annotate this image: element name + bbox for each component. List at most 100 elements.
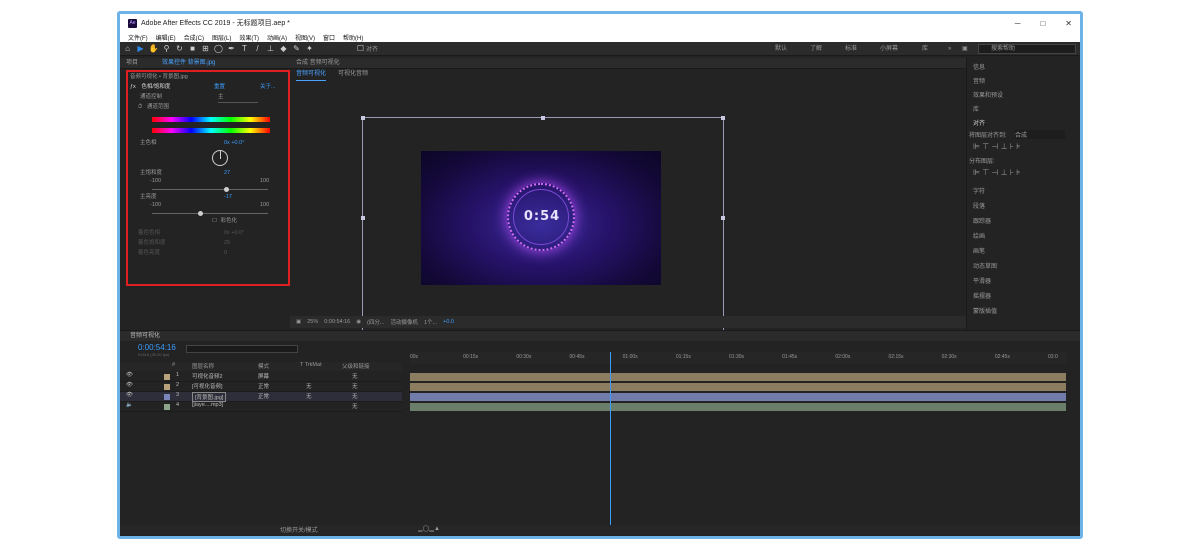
time-ruler[interactable]: 00s 00:15s 00:30s 00:45s 01:00s 01:15s 01:30s 0… (410, 352, 1066, 364)
layer-parent-select[interactable]: 无 (352, 372, 358, 380)
subtab-visualizer[interactable]: 音频可视化 (296, 69, 327, 81)
timeline-tab[interactable]: 音频可视化 (120, 331, 1080, 341)
panel-audio[interactable]: 音频 (973, 76, 985, 85)
type-icon[interactable]: T (239, 43, 250, 54)
resolution-select[interactable]: (四分... (367, 318, 384, 326)
panel-brushes[interactable]: 画笔 (973, 246, 985, 255)
hue-dial[interactable] (212, 150, 228, 166)
layer-row-selected[interactable]: 👁 3 [背景图.jpg] 正常 无 无 (120, 392, 402, 402)
subtab-visual-audio[interactable]: 可视化音频 (338, 69, 368, 80)
panel-paragraph[interactable]: 段落 (973, 201, 985, 210)
panel-mask-interpolation[interactable]: 蒙版插值 (973, 306, 997, 315)
saturation-slider[interactable] (152, 187, 268, 192)
zoom-select[interactable]: 25% (307, 319, 318, 325)
menu-edit[interactable]: 编辑(E) (156, 33, 176, 42)
panel-wiggler[interactable]: 摇摆器 (973, 291, 991, 300)
roto-brush-icon[interactable]: ✎ (291, 43, 302, 54)
toggle-switches-modes[interactable]: 切换开关/模式 (280, 525, 318, 534)
layer-parent-select[interactable]: 无 (352, 382, 358, 390)
rotate-icon[interactable]: ↻ (174, 43, 185, 54)
layer-bar[interactable] (410, 383, 1066, 391)
align-to-select[interactable]: 合成 (1015, 130, 1065, 139)
label-color-swatch[interactable] (164, 374, 170, 380)
layer-row[interactable]: 👁 1 可视化音频2 屏幕 无 (120, 372, 402, 382)
clone-stamp-icon[interactable]: ⊥ (265, 43, 276, 54)
layer-name[interactable]: [可视化音频] (192, 382, 223, 390)
home-icon[interactable]: ⌂ (122, 43, 133, 54)
label-color-swatch[interactable] (164, 394, 170, 400)
layer-parent-select[interactable]: 无 (352, 402, 358, 410)
snapshot-icon[interactable]: ◉ (356, 319, 361, 325)
camera-icon[interactable]: ■ (187, 43, 198, 54)
visibility-eye-icon[interactable]: 👁 (126, 392, 133, 398)
layer-name[interactable]: [背景图.jpg] (192, 392, 227, 402)
mask-icon[interactable]: ◯ (213, 43, 224, 54)
panel-smoother[interactable]: 平滑器 (973, 276, 991, 285)
layer-bar[interactable] (410, 393, 1066, 401)
snap-checkbox[interactable]: ☐ (355, 43, 366, 54)
panel-tracker[interactable]: 跟踪器 (973, 216, 991, 225)
layer-mode-select[interactable]: 正常 (258, 392, 269, 400)
label-color-swatch[interactable] (164, 404, 170, 410)
panel-motion-sketch[interactable]: 动态草图 (973, 261, 997, 270)
brush-icon[interactable]: / (252, 43, 263, 54)
hand-icon[interactable]: ✋ (148, 43, 159, 54)
zoom-slider-icon[interactable]: ▁◯▁▲ (418, 525, 440, 532)
menu-help[interactable]: 帮助(H) (343, 33, 363, 42)
current-time-indicator[interactable] (610, 352, 612, 525)
panel-library[interactable]: 库 (973, 104, 979, 113)
visibility-eye-icon[interactable]: 👁 (126, 372, 133, 378)
exposure-value[interactable]: +0.0 (443, 319, 454, 325)
menu-animation[interactable]: 动画(A) (267, 33, 287, 42)
camera-select[interactable]: 活动摄像机 (390, 318, 418, 326)
menu-effect[interactable]: 效果(T) (239, 33, 259, 42)
layer-trkmat-select[interactable]: 无 (306, 392, 312, 400)
pen-icon[interactable]: ✒ (226, 43, 237, 54)
lightness-slider[interactable] (152, 211, 268, 216)
search-help-input[interactable]: 搜索帮助 (978, 44, 1076, 54)
eraser-icon[interactable]: ◆ (278, 43, 289, 54)
layer-name[interactable]: 可视化音频2 (192, 372, 223, 380)
master-hue-value[interactable]: 0x +0.0° (224, 138, 244, 148)
comp-tab-label[interactable]: 合成 音频可视化 (296, 58, 340, 69)
lightness-slider-knob[interactable] (198, 211, 204, 216)
layer-name[interactable]: [jiaye....mp3] (192, 402, 223, 408)
zoom-icon[interactable]: ⚲ (161, 43, 172, 54)
fx-reset-button[interactable]: 重置 (214, 82, 225, 92)
timeline-timecode[interactable]: 0:00:54:16 (138, 343, 176, 352)
workspace-learn[interactable]: 了解 (810, 42, 822, 56)
label-color-swatch[interactable] (164, 384, 170, 390)
visibility-eye-icon[interactable]: 👁 (126, 382, 133, 388)
workspace-standard[interactable]: 标准 (845, 42, 857, 56)
close-button[interactable]: ✕ (1065, 19, 1072, 28)
layer-trkmat-select[interactable]: 无 (306, 382, 312, 390)
menu-file[interactable]: 文件(F) (128, 33, 148, 42)
maximize-button[interactable]: □ (1040, 19, 1045, 28)
fx-toggle-icon[interactable]: ƒx (130, 84, 136, 90)
fx-about-button[interactable]: 关于... (260, 82, 276, 92)
more-workspaces-icon[interactable]: » (948, 42, 951, 56)
audio-speaker-icon[interactable]: 🔈 (126, 402, 133, 408)
layer-bar[interactable] (410, 373, 1066, 381)
distribute-icons[interactable]: ⊫ ⊤ ⊣ ⊥ ⊦ ⊧ (973, 168, 1020, 177)
layer-bar[interactable] (410, 403, 1066, 411)
workspace-small-screen[interactable]: 小屏幕 (880, 42, 898, 56)
panel-paint[interactable]: 绘画 (973, 231, 985, 240)
tab-project[interactable]: 项目 (126, 58, 138, 69)
range-stopwatch-icon[interactable]: ⏱ (138, 104, 142, 110)
workspace-default[interactable]: 默认 (775, 42, 787, 56)
preview-icon[interactable]: ▣ (296, 319, 301, 325)
menu-layer[interactable]: 图层(L) (212, 33, 231, 42)
puppet-icon[interactable]: ✦ (304, 43, 315, 54)
layer-mode-select[interactable]: 正常 (258, 382, 269, 390)
panel-effects-presets[interactable]: 效果和预设 (973, 90, 1003, 99)
layer-search-input[interactable] (186, 345, 298, 353)
layer-mode-select[interactable]: 屏幕 (258, 372, 269, 380)
panel-character[interactable]: 字符 (973, 186, 985, 195)
menu-composition[interactable]: 合成(C) (184, 33, 204, 42)
pan-behind-icon[interactable]: ⊞ (200, 43, 211, 54)
minimize-button[interactable]: ─ (1015, 19, 1021, 28)
sync-icon[interactable]: ▣ (962, 42, 968, 56)
panel-align[interactable]: 对齐 (973, 118, 985, 127)
layer-row[interactable]: 👁 2 [可视化音频] 正常 无 无 (120, 382, 402, 392)
